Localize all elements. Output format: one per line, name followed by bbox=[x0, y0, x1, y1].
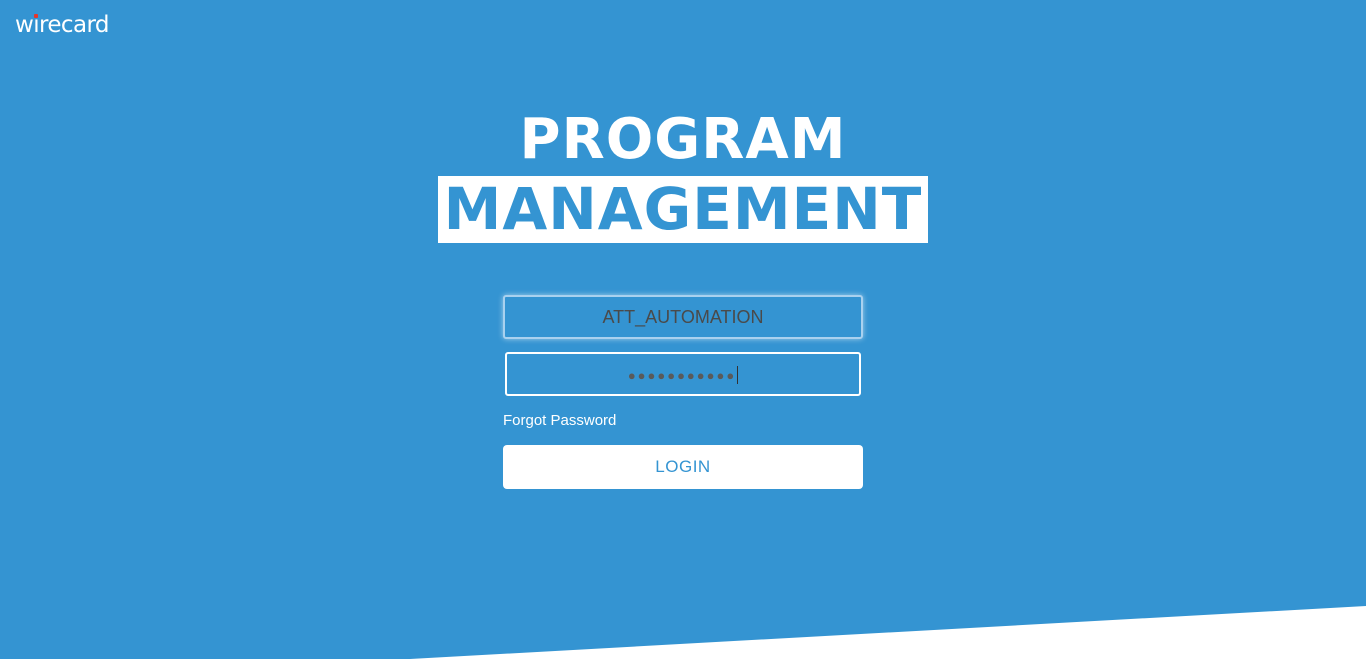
title-line-program: PROGRAM bbox=[519, 107, 847, 172]
forgot-password-link[interactable]: Forgot Password bbox=[503, 412, 616, 429]
text-cursor bbox=[737, 366, 739, 385]
page-title: PROGRAM MANAGEMENT bbox=[0, 108, 1366, 243]
logo-text-i: i bbox=[33, 8, 39, 42]
login-form: ●●●●●●●●●●● Forgot Password LOGIN bbox=[503, 295, 863, 489]
login-page: wirecard PROGRAM MANAGEMENT ●●●●●●●●●●● … bbox=[0, 0, 1366, 659]
logo-text-prefix: w bbox=[15, 12, 34, 38]
password-mask: ●●●●●●●●●●● bbox=[627, 368, 737, 383]
login-button[interactable]: LOGIN bbox=[503, 445, 863, 489]
username-field[interactable] bbox=[503, 295, 863, 339]
logo-text-suffix: recard bbox=[39, 12, 110, 38]
title-line-management: MANAGEMENT bbox=[437, 176, 929, 243]
password-field[interactable]: ●●●●●●●●●●● bbox=[505, 352, 861, 396]
wirecard-logo: wirecard bbox=[15, 8, 110, 42]
